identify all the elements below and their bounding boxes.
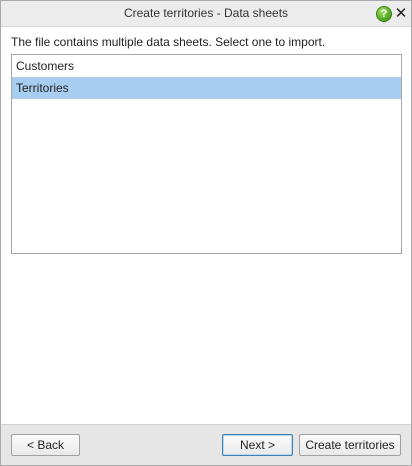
title-bar: Create territories - Data sheets ? ✕	[1, 1, 411, 27]
close-icon[interactable]: ✕	[394, 6, 408, 22]
sheet-item-customers[interactable]: Customers	[12, 55, 401, 77]
help-icon[interactable]: ?	[376, 6, 392, 22]
dialog-window: Create territories - Data sheets ? ✕ The…	[0, 0, 412, 466]
back-button[interactable]: < Back	[11, 434, 80, 456]
create-territories-button[interactable]: Create territories	[299, 434, 401, 456]
dialog-title: Create territories - Data sheets	[123, 6, 289, 20]
button-bar: < Back Next > Create territories	[1, 424, 411, 465]
dialog-content: The file contains multiple data sheets. …	[1, 27, 411, 424]
instruction-text: The file contains multiple data sheets. …	[11, 35, 326, 49]
data-sheet-list[interactable]: Customers Territories	[11, 54, 402, 254]
sheet-item-territories[interactable]: Territories	[12, 77, 401, 99]
next-button[interactable]: Next >	[222, 434, 293, 456]
